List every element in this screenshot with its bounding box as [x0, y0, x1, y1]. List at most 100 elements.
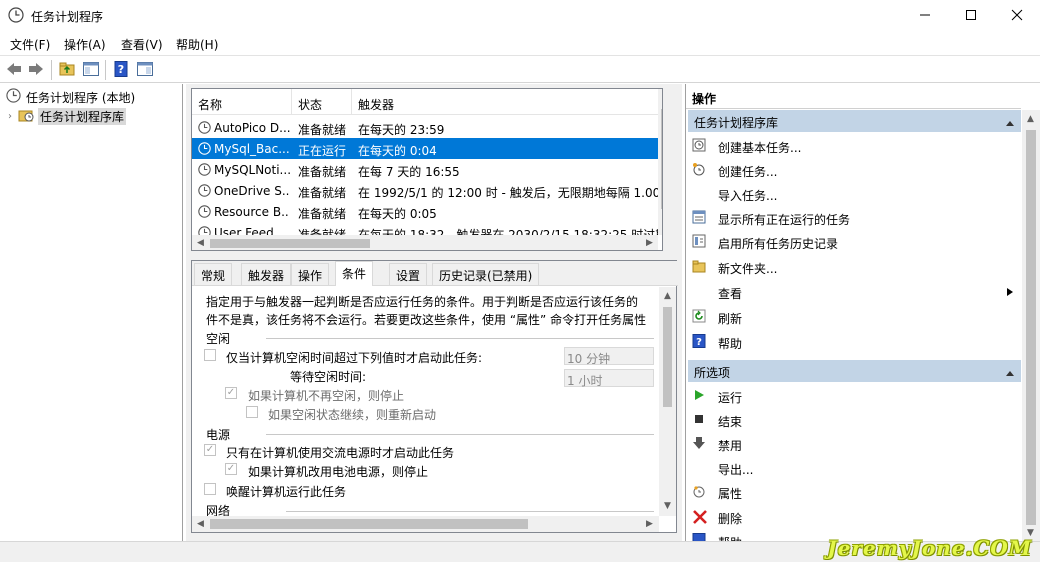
action-label: 删除: [718, 512, 743, 526]
task-list-hscrollbar[interactable]: ◀ ▶: [192, 235, 658, 250]
tab-triggers[interactable]: 触发器: [241, 263, 292, 285]
scroll-thumb[interactable]: [1026, 130, 1036, 525]
tab-general[interactable]: 常规: [194, 263, 233, 285]
task-detail-panel: 常规 触发器 操作 条件 设置 历史记录(已禁用) 指定用于与触发器一起判断是否…: [191, 260, 678, 533]
scroll-left-icon[interactable]: ◀: [192, 238, 209, 248]
up-folder-icon[interactable]: [58, 60, 76, 78]
tab-conditions[interactable]: 条件: [335, 261, 374, 286]
column-divider[interactable]: [351, 89, 352, 115]
power-battery-checkbox[interactable]: ✓: [225, 463, 237, 475]
scroll-down-icon[interactable]: ▼: [659, 501, 676, 511]
power-wake-checkbox[interactable]: [204, 483, 216, 495]
power-wake-label: 唤醒计算机运行此任务: [226, 485, 347, 499]
menu-help[interactable]: 帮助(H): [176, 36, 218, 53]
section-divider: [286, 511, 654, 512]
folder-icon: [692, 259, 706, 273]
detail-hscrollbar[interactable]: ◀ ▶: [192, 516, 659, 532]
table-row[interactable]: MySQLNoti... 准备就绪 在每 7 天的 16:55: [192, 159, 658, 180]
close-button[interactable]: [994, 0, 1040, 32]
action-new-folder[interactable]: 新文件夹...: [686, 255, 1021, 279]
scroll-thumb[interactable]: [663, 307, 672, 407]
svg-text:?: ?: [696, 337, 702, 348]
show-hide-tree-icon[interactable]: [82, 60, 100, 78]
scroll-down-icon[interactable]: ▼: [658, 221, 662, 231]
scroll-thumb[interactable]: [210, 239, 370, 248]
idle-restart-checkbox[interactable]: [246, 406, 258, 418]
action-import-task[interactable]: 导入任务...: [686, 182, 1021, 206]
back-arrow-icon[interactable]: [5, 60, 23, 78]
table-row[interactable]: Resource B... 准备就绪 在每天的 0:05: [192, 201, 658, 222]
scroll-thumb[interactable]: [661, 109, 662, 209]
actions-section-selected[interactable]: 所选项: [688, 360, 1021, 382]
scroll-up-icon[interactable]: ▲: [1022, 114, 1039, 124]
actions-vscrollbar[interactable]: ▲ ▼: [1022, 110, 1040, 541]
menu-view[interactable]: 查看(V): [121, 36, 163, 53]
tree-item-library[interactable]: › 任务计划程序库: [8, 107, 127, 125]
column-header-status[interactable]: 状态: [298, 96, 322, 113]
scroll-thumb[interactable]: [210, 519, 528, 529]
table-row[interactable]: MySql_Bac... 正在运行 在每天的 0:04: [192, 138, 658, 159]
action-delete[interactable]: 删除: [686, 505, 1021, 529]
clock-icon: [198, 142, 211, 158]
idle-wait-select[interactable]: 1 小时: [564, 369, 654, 388]
column-header-trigger[interactable]: 触发器: [358, 96, 394, 113]
action-create-basic-task[interactable]: 创建基本任务...: [686, 134, 1021, 158]
action-end[interactable]: 结束: [686, 408, 1021, 432]
action-create-task[interactable]: 创建任务...: [686, 158, 1021, 182]
power-battery-label: 如果计算机改用电池电源，则停止: [248, 465, 429, 479]
title-bar: 任务计划程序: [0, 0, 1040, 32]
forward-arrow-icon[interactable]: [27, 60, 45, 78]
scroll-up-icon[interactable]: ▲: [658, 93, 662, 103]
actions-section-library[interactable]: 任务计划程序库: [688, 110, 1021, 132]
action-label: 创建任务...: [718, 165, 778, 179]
action-properties[interactable]: 属性: [686, 480, 1021, 504]
action-refresh[interactable]: 刷新: [686, 305, 1021, 329]
idle-stop-checkbox[interactable]: ✓: [225, 387, 237, 399]
conditions-content: 指定用于与触发器一起判断是否应运行任务的条件。用于判断是否应运行该任务的 件不是…: [192, 287, 659, 516]
task-status: 准备就绪: [298, 123, 347, 137]
table-row[interactable]: OneDrive S... 准备就绪在 1992/5/1 的 12:00 时 - …: [192, 180, 658, 201]
column-divider[interactable]: [291, 89, 292, 115]
idle-duration-select[interactable]: 10 分钟: [564, 347, 654, 366]
action-enable-history[interactable]: 启用所有任务历史记录: [686, 230, 1021, 254]
chevron-right-icon[interactable]: ›: [8, 111, 12, 122]
task-name: AutoPico D...: [214, 121, 290, 135]
task-list-vscrollbar[interactable]: ▲ ▼: [658, 89, 662, 235]
scroll-right-icon[interactable]: ▶: [641, 238, 658, 248]
collapse-icon[interactable]: [1005, 116, 1015, 130]
action-help[interactable]: ? 帮助: [686, 330, 1021, 354]
maximize-button[interactable]: [948, 0, 994, 32]
show-hide-action-pane-icon[interactable]: [136, 60, 154, 78]
scroll-left-icon[interactable]: ◀: [192, 519, 209, 529]
action-show-running-tasks[interactable]: 显示所有正在运行的任务: [686, 206, 1021, 230]
detail-vscrollbar[interactable]: ▲ ▼: [659, 287, 676, 516]
scroll-up-icon[interactable]: ▲: [659, 291, 676, 301]
tab-history[interactable]: 历史记录(已禁用): [432, 263, 540, 285]
action-view[interactable]: 查看: [686, 280, 1021, 304]
tree-item-root[interactable]: 任务计划程序 (本地): [6, 88, 135, 106]
table-row[interactable]: User Feed... 准备就绪 在每天的 18:32 - 触发器在 2030/2…: [192, 222, 658, 235]
scroll-right-icon[interactable]: ▶: [641, 519, 658, 529]
menu-action[interactable]: 操作(A): [64, 36, 106, 53]
help-book-icon[interactable]: ?: [112, 60, 130, 78]
menu-file[interactable]: 文件(F): [10, 36, 50, 53]
submenu-arrow-icon: [1006, 286, 1014, 300]
action-export[interactable]: 导出...: [686, 456, 1021, 480]
action-label: 查看: [718, 287, 743, 301]
actions-section-library-label: 任务计划程序库: [694, 116, 779, 130]
tab-actions[interactable]: 操作: [291, 263, 330, 285]
clock-icon: [198, 163, 211, 179]
action-run[interactable]: 运行: [686, 384, 1021, 408]
collapse-icon[interactable]: [1005, 366, 1015, 380]
network-section-label: 网络: [206, 504, 231, 516]
tab-settings[interactable]: 设置: [389, 263, 428, 285]
idle-start-checkbox[interactable]: [204, 349, 216, 361]
action-disable[interactable]: 禁用: [686, 432, 1021, 456]
power-ac-checkbox[interactable]: ✓: [204, 444, 216, 456]
column-header-name[interactable]: 名称: [198, 96, 222, 113]
actions-title: 操作: [686, 84, 1021, 109]
watermark: JeremyJone.COM: [827, 536, 1032, 560]
minimize-button[interactable]: [902, 0, 948, 32]
table-row[interactable]: AutoPico D... 准备就绪 在每天的 23:59: [192, 117, 658, 138]
task-status: 准备就绪: [298, 165, 347, 179]
